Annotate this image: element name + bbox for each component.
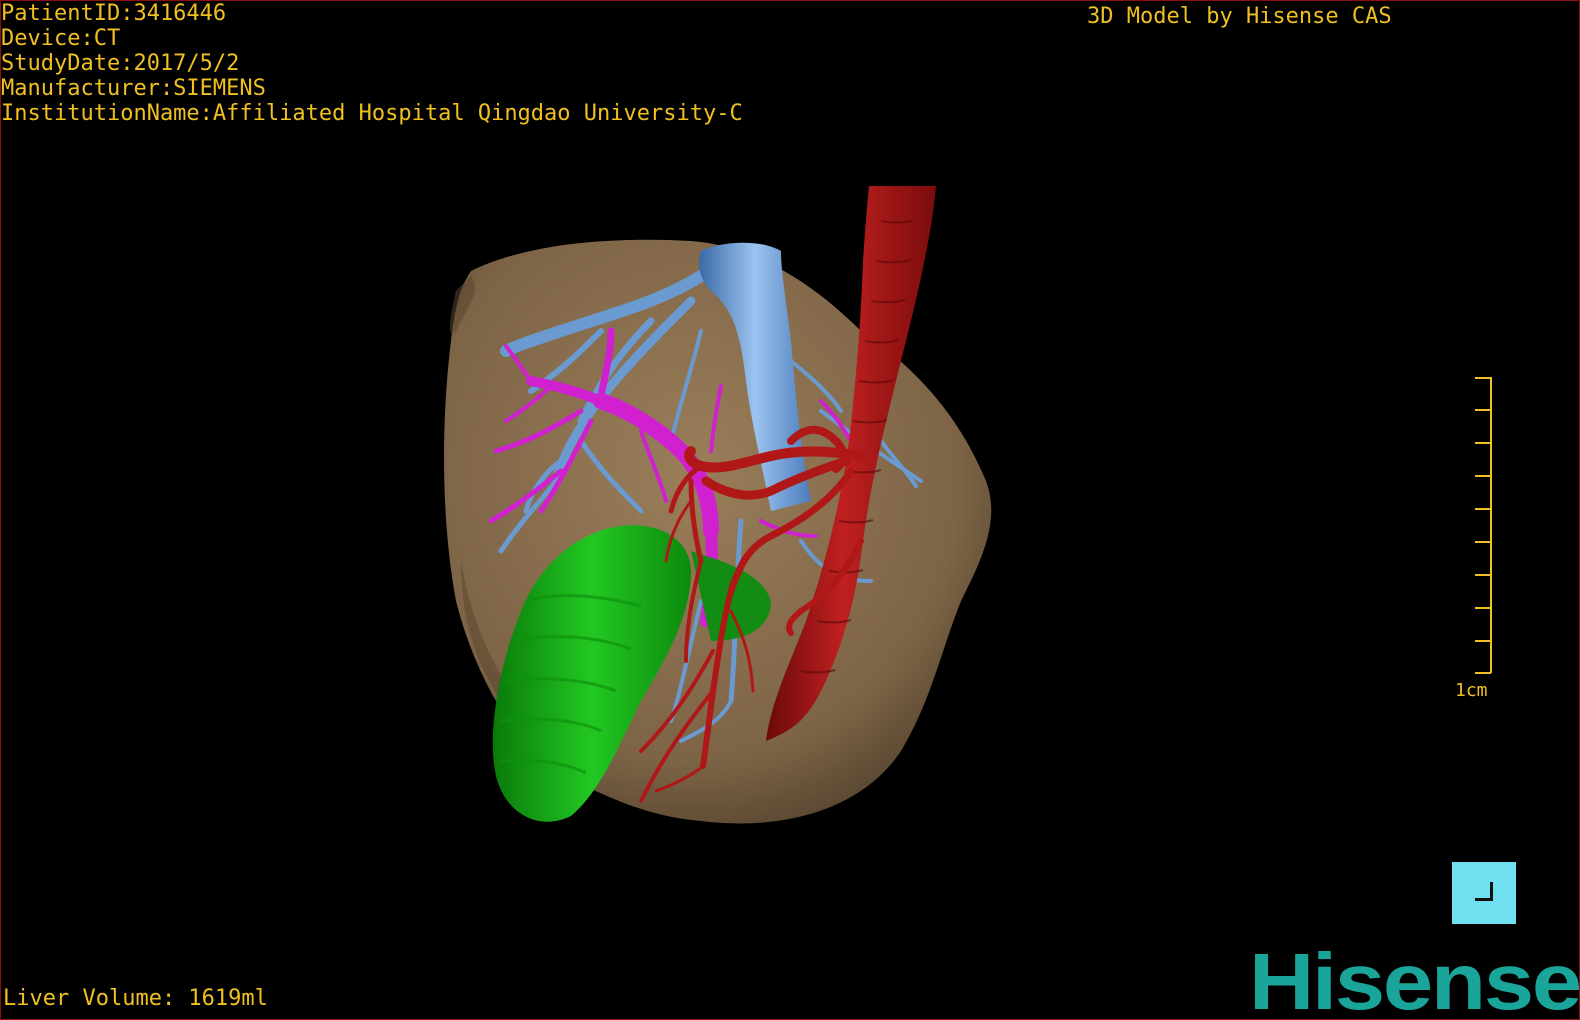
hisense-logo: Hisense	[1249, 937, 1580, 1020]
corner-bracket-icon	[1475, 882, 1493, 901]
3d-render-viewport[interactable]: PatientID:3416446 Device:CT StudyDate:20…	[0, 0, 1580, 1020]
liver-volume-text: Liver Volume: 1619ml	[3, 986, 268, 1011]
model-credit-text: 3D Model by Hisense CAS	[1087, 4, 1392, 29]
view-toggle-button[interactable]	[1452, 862, 1516, 924]
scale-bar-label: 1cm	[1455, 680, 1488, 701]
scale-bar	[1475, 377, 1492, 674]
3d-liver-model[interactable]	[1, 1, 1579, 1019]
